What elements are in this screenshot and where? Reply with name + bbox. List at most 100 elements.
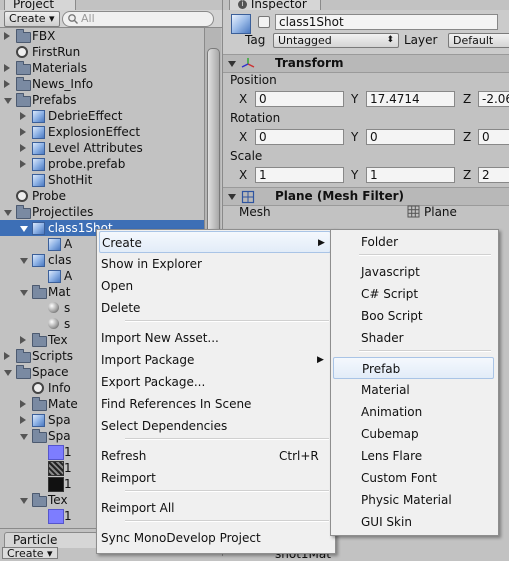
tree-item[interactable]: Materials — [0, 60, 204, 76]
menu-item[interactable]: Delete — [99, 297, 335, 319]
tree-item[interactable]: Prefabs — [0, 92, 204, 108]
collapse-arrow-icon[interactable] — [4, 80, 10, 88]
search-input[interactable]: All — [62, 11, 214, 27]
position-x-field[interactable]: 0 — [255, 91, 344, 107]
tree-item[interactable]: ExplosionEffect — [0, 124, 204, 140]
particle-create-button[interactable]: Create ▾ — [2, 547, 58, 560]
mesh-value: Plane — [424, 205, 457, 219]
tree-item-label: 1 — [64, 509, 72, 523]
menu-item-label: Sync MonoDevelop Project — [101, 531, 261, 545]
expand-arrow-icon[interactable] — [4, 370, 12, 376]
tree-item[interactable]: Projectiles — [0, 204, 204, 220]
menu-item[interactable]: Show in Explorer — [99, 253, 335, 275]
scale-y-field[interactable]: 1 — [366, 167, 455, 183]
position-y-label: Y — [351, 92, 359, 106]
menu-shortcut: Ctrl+R — [279, 449, 319, 463]
submenu-item[interactable]: Folder — [333, 231, 498, 253]
object-name-field[interactable]: class1Shot — [275, 14, 498, 30]
expand-arrow-icon[interactable] — [4, 98, 12, 104]
collapse-arrow-icon[interactable] — [20, 400, 26, 408]
tree-item[interactable]: DebrieEffect — [0, 108, 204, 124]
menu-item-label: Reimport All — [101, 501, 175, 515]
collapse-arrow-icon[interactable] — [4, 64, 10, 72]
submenu-item[interactable]: Material — [333, 379, 498, 401]
menu-item[interactable]: Refresh Ctrl+R — [99, 445, 335, 467]
expand-arrow-icon[interactable] — [20, 498, 28, 504]
collapse-arrow-icon[interactable] — [4, 32, 10, 40]
scale-x-field[interactable]: 1 — [255, 167, 344, 183]
tree-item[interactable]: Probe — [0, 188, 204, 204]
submenu-item[interactable]: Boo Script — [333, 305, 498, 327]
collapse-arrow-icon[interactable] — [20, 336, 26, 344]
submenu-item[interactable]: Animation — [333, 401, 498, 423]
menu-item[interactable]: Reimport — [99, 467, 335, 489]
tree-item[interactable]: probe.prefab — [0, 156, 204, 172]
active-checkbox[interactable] — [258, 16, 270, 28]
layer-label: Layer — [404, 33, 438, 47]
submenu-item-label: Shader — [361, 331, 404, 345]
tree-item[interactable]: FBX — [0, 28, 204, 44]
menu-item[interactable]: Find References In Scene — [99, 393, 335, 415]
expand-arrow-icon[interactable] — [20, 258, 28, 264]
mesh-filter-header[interactable]: Plane (Mesh Filter) — [223, 187, 509, 206]
menu-item[interactable]: Export Package... — [99, 371, 335, 393]
expand-arrow-icon[interactable] — [20, 290, 28, 296]
layer-dropdown[interactable]: Default — [448, 33, 509, 48]
tree-item[interactable]: FirstRun — [0, 44, 204, 60]
collapse-arrow-icon[interactable] — [4, 352, 10, 360]
menu-item[interactable]: Open — [99, 275, 335, 297]
rotation-z-field[interactable]: 0 — [478, 129, 509, 145]
menu-item[interactable]: Import New Asset... — [99, 327, 335, 349]
collapse-arrow-icon[interactable] — [20, 128, 26, 136]
submenu-item-label: Material — [361, 383, 410, 397]
collapse-arrow-icon[interactable] — [20, 112, 26, 120]
transform-header[interactable]: Transform — [223, 54, 509, 73]
menu-item-label: Import New Asset... — [101, 331, 219, 345]
menu-item-label: Create — [102, 236, 142, 250]
submenu-item[interactable]: Shader — [333, 327, 498, 349]
submenu-item[interactable]: Lens Flare — [333, 445, 498, 467]
collapse-arrow-icon[interactable] — [20, 160, 26, 168]
position-y-field[interactable]: 17.4714 — [366, 91, 455, 107]
menu-item[interactable]: Select Dependencies — [99, 415, 335, 437]
collapse-arrow-icon[interactable] — [20, 144, 26, 152]
submenu-item[interactable]: C# Script — [333, 283, 498, 305]
rotation-y-field[interactable]: 0 — [366, 129, 455, 145]
submenu-item[interactable]: Prefab — [333, 357, 494, 379]
tree-item-label: clas — [48, 253, 72, 267]
submenu-item[interactable]: Custom Font — [333, 467, 498, 489]
chevron-updown-icon: ⬍ — [386, 35, 394, 45]
menu-item[interactable]: Import Package ▶ — [99, 349, 335, 371]
prefab-cube-icon — [32, 174, 45, 187]
tree-item[interactable]: Level Attributes — [0, 140, 204, 156]
folder-icon — [32, 493, 47, 507]
tree-item[interactable]: ShotHit — [0, 172, 204, 188]
expand-arrow-icon[interactable] — [20, 226, 28, 232]
menu-item[interactable]: Sync MonoDevelop Project — [99, 527, 335, 549]
menu-separator — [125, 320, 329, 322]
folder-icon — [32, 285, 47, 299]
submenu-item[interactable]: GUI Skin — [333, 511, 498, 533]
tree-item-label: s — [64, 301, 71, 315]
prefab-cube-icon — [32, 126, 45, 139]
expand-arrow-icon[interactable] — [20, 434, 28, 440]
menu-item[interactable]: Reimport All — [99, 497, 335, 519]
submenu-item[interactable]: Cubemap — [333, 423, 498, 445]
scale-z-field[interactable]: 2 — [478, 167, 509, 183]
folder-icon — [16, 61, 31, 75]
rotation-x-field[interactable]: 0 — [255, 129, 344, 145]
menu-item-label: Show in Explorer — [101, 257, 202, 271]
create-submenu: Folder Javascript C# Script Boo Script Shade… — [330, 229, 499, 536]
expand-arrow-icon[interactable] — [4, 210, 12, 216]
tag-dropdown[interactable]: Untagged ⬍ — [273, 33, 399, 48]
submenu-item[interactable]: Javascript — [333, 261, 498, 283]
tree-item-label: A — [64, 269, 73, 283]
menu-item[interactable]: Create ▶ — [99, 231, 331, 253]
submenu-item[interactable]: Physic Material — [333, 489, 498, 511]
position-z-field[interactable]: -2.06 — [478, 91, 509, 107]
create-button[interactable]: Create ▾ — [4, 11, 60, 27]
tree-item[interactable]: News_Info — [0, 76, 204, 92]
particle-effect-tab[interactable]: Particle Effect — [4, 532, 98, 548]
folder-icon — [32, 397, 47, 411]
collapse-arrow-icon[interactable] — [20, 416, 26, 424]
